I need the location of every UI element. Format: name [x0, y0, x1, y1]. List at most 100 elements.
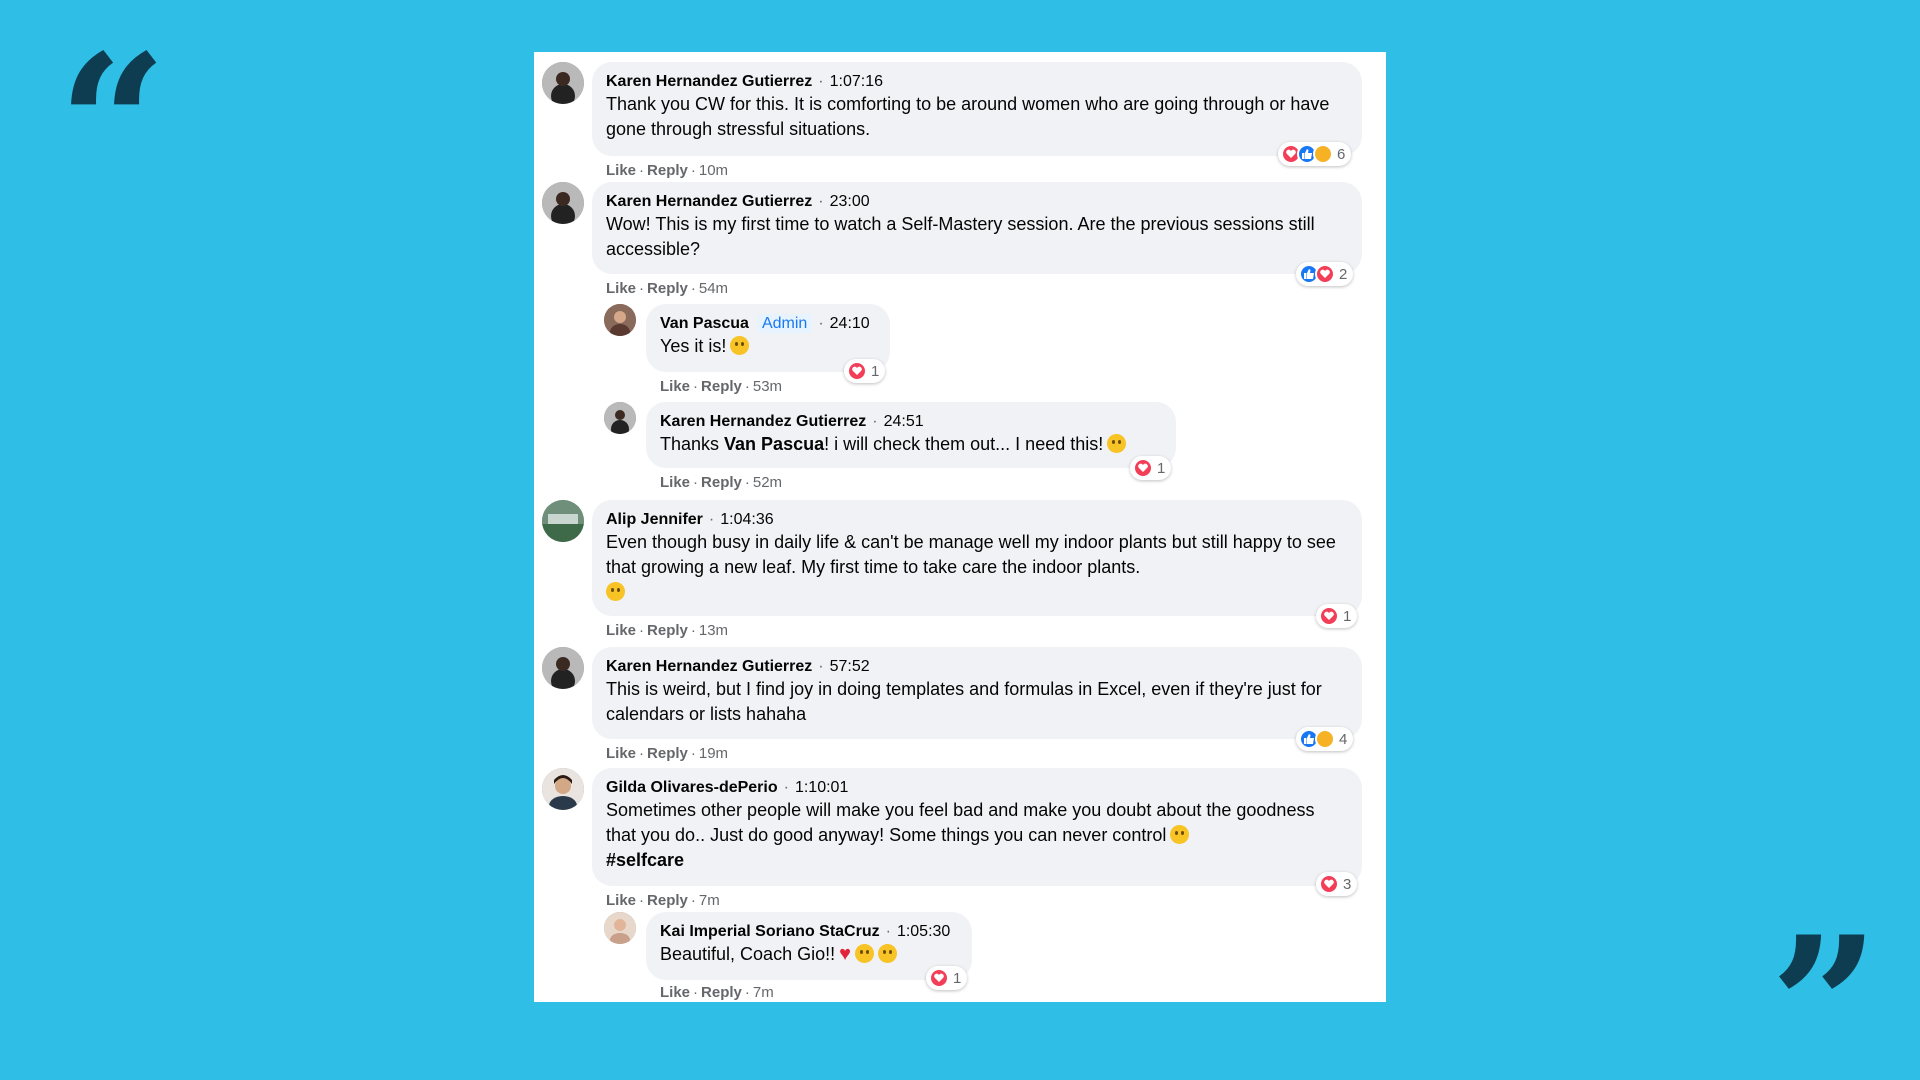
love-reaction-icon: [847, 361, 867, 381]
comment-text: Yes it is!: [660, 336, 727, 356]
comment-age[interactable]: 10m: [699, 162, 728, 179]
like-button[interactable]: Like: [606, 745, 636, 762]
comment-actions: Like · Reply · 7m: [606, 892, 720, 909]
like-button[interactable]: Like: [660, 474, 690, 491]
reaction-count: 3: [1343, 875, 1352, 893]
reaction-summary[interactable]: 6: [1278, 142, 1352, 166]
timestamp[interactable]: 24:10: [830, 315, 870, 332]
smile-emoji-icon: [1170, 825, 1190, 844]
smiling-hearts-emoji-icon: [854, 944, 874, 963]
like-button[interactable]: Like: [660, 378, 690, 395]
hashtag-link[interactable]: #selfcare: [606, 848, 1348, 873]
timestamp[interactable]: 1:07:16: [830, 73, 883, 90]
avatar[interactable]: [542, 768, 584, 810]
reply-button[interactable]: Reply: [647, 280, 688, 297]
comment-text: Even though busy in daily life & can't b…: [606, 532, 1336, 577]
reply-2: Karen Hernandez Gutierrez · 24:51 Thanks V…: [604, 402, 1176, 498]
comment-actions: Like · Reply · 52m: [660, 474, 783, 491]
timestamp[interactable]: 1:04:36: [720, 511, 773, 528]
reaction-summary[interactable]: 1: [1130, 456, 1172, 480]
reaction-count: 2: [1339, 265, 1348, 283]
admin-badge: Admin: [756, 314, 813, 333]
reaction-summary[interactable]: 4: [1296, 727, 1354, 751]
comment-1: Karen Hernandez Gutierrez · 1:07:16 Thank …: [542, 62, 1382, 180]
timestamp[interactable]: 1:10:01: [795, 779, 848, 796]
reply-button[interactable]: Reply: [647, 162, 688, 179]
timestamp[interactable]: 23:00: [830, 193, 870, 210]
comment-actions: Like · Reply · 53m: [660, 378, 783, 395]
love-reaction-icon: [929, 968, 949, 988]
avatar[interactable]: [604, 304, 636, 336]
comment-text: This is weird, but I find joy in doing t…: [606, 679, 1322, 724]
comment-bubble: Gilda Olivares-dePerio · 1:10:01 Sometimes…: [592, 768, 1362, 886]
reaction-summary[interactable]: 1: [1316, 604, 1358, 628]
comment-age[interactable]: 54m: [699, 280, 728, 297]
comment-bubble: Karen Hernandez Gutierrez · 1:07:16 Thank …: [592, 62, 1362, 156]
reaction-count: 4: [1339, 730, 1348, 748]
comment-3: Alip Jennifer · 1:04:36 Even though busy i…: [542, 500, 1382, 646]
like-button[interactable]: Like: [606, 892, 636, 909]
reaction-summary[interactable]: 1: [844, 359, 886, 383]
like-button[interactable]: Like: [606, 162, 636, 179]
comments-panel: Karen Hernandez Gutierrez · 1:07:16 Thank …: [534, 52, 1386, 1002]
timestamp[interactable]: 57:52: [830, 658, 870, 675]
comment-age[interactable]: 52m: [753, 474, 782, 491]
author-name[interactable]: Alip Jennifer: [606, 511, 703, 528]
smile-emoji-icon: [1107, 434, 1127, 453]
reply-button[interactable]: Reply: [647, 745, 688, 762]
like-button[interactable]: Like: [606, 280, 636, 297]
comment-actions: Like · Reply · 19m: [606, 745, 729, 762]
reply-1: Van Pascua Admin · 24:10 Yes it is! 1 Like ·…: [604, 304, 1104, 400]
like-button[interactable]: Like: [606, 622, 636, 639]
heart-emoji-icon: ♥: [839, 943, 851, 965]
author-name[interactable]: Karen Hernandez Gutierrez: [606, 658, 812, 675]
avatar[interactable]: [542, 182, 584, 224]
like-button[interactable]: Like: [660, 984, 690, 1001]
reaction-summary[interactable]: 2: [1296, 262, 1354, 286]
reply-button[interactable]: Reply: [701, 378, 742, 395]
comment-actions: Like · Reply · 7m: [660, 984, 774, 1001]
comment-actions: Like · Reply · 13m: [606, 622, 729, 639]
comment-2: Karen Hernandez Gutierrez · 23:00 Wow! Thi…: [542, 182, 1382, 300]
reply-button[interactable]: Reply: [647, 622, 688, 639]
author-name[interactable]: Gilda Olivares-dePerio: [606, 779, 778, 796]
avatar[interactable]: [604, 402, 636, 434]
reply-button[interactable]: Reply: [701, 984, 742, 1001]
author-name[interactable]: Karen Hernandez Gutierrez: [660, 413, 866, 430]
comment-bubble: Karen Hernandez Gutierrez · 24:51 Thanks V…: [646, 402, 1176, 468]
author-name[interactable]: Karen Hernandez Gutierrez: [606, 193, 812, 210]
avatar[interactable]: [542, 500, 584, 542]
author-name[interactable]: Kai Imperial Soriano StaCruz: [660, 923, 880, 940]
smile-emoji-icon: [606, 582, 625, 601]
timestamp[interactable]: 24:51: [884, 413, 924, 430]
author-name[interactable]: Karen Hernandez Gutierrez: [606, 73, 812, 90]
comment-age[interactable]: 7m: [699, 892, 720, 909]
avatar[interactable]: [604, 912, 636, 944]
comment-4: Karen Hernandez Gutierrez · 57:52 This is …: [542, 647, 1382, 765]
wow-reaction-icon: [1315, 729, 1335, 749]
open-quote-mark: “: [58, 13, 168, 236]
comment-age[interactable]: 7m: [753, 984, 774, 1001]
reply-button[interactable]: Reply: [647, 892, 688, 909]
reaction-summary[interactable]: 3: [1316, 872, 1358, 896]
comment-age[interactable]: 19m: [699, 745, 728, 762]
reaction-count: 1: [871, 362, 880, 380]
comment-bubble: Karen Hernandez Gutierrez · 57:52 This is …: [592, 647, 1362, 739]
reaction-count: 1: [1343, 607, 1352, 625]
comment-5: Gilda Olivares-dePerio · 1:10:01 Sometimes…: [542, 768, 1382, 909]
author-name[interactable]: Van Pascua: [660, 315, 749, 332]
comment-actions: Like · Reply · 54m: [606, 280, 729, 297]
comment-text: Sometimes other people will make you fee…: [606, 800, 1315, 845]
timestamp[interactable]: 1:05:30: [897, 923, 950, 940]
avatar[interactable]: [542, 647, 584, 689]
comment-bubble: Kai Imperial Soriano StaCruz · 1:05:30 Bea…: [646, 912, 972, 980]
comment-age[interactable]: 53m: [753, 378, 782, 395]
reaction-summary[interactable]: 1: [926, 966, 968, 990]
reply-button[interactable]: Reply: [701, 474, 742, 491]
close-quote-mark: ”: [1770, 895, 1880, 1080]
comment-age[interactable]: 13m: [699, 622, 728, 639]
reaction-count: 1: [953, 969, 962, 987]
avatar[interactable]: [542, 62, 584, 104]
mention-link[interactable]: Van Pascua: [724, 434, 824, 454]
love-reaction-icon: [1315, 264, 1335, 284]
